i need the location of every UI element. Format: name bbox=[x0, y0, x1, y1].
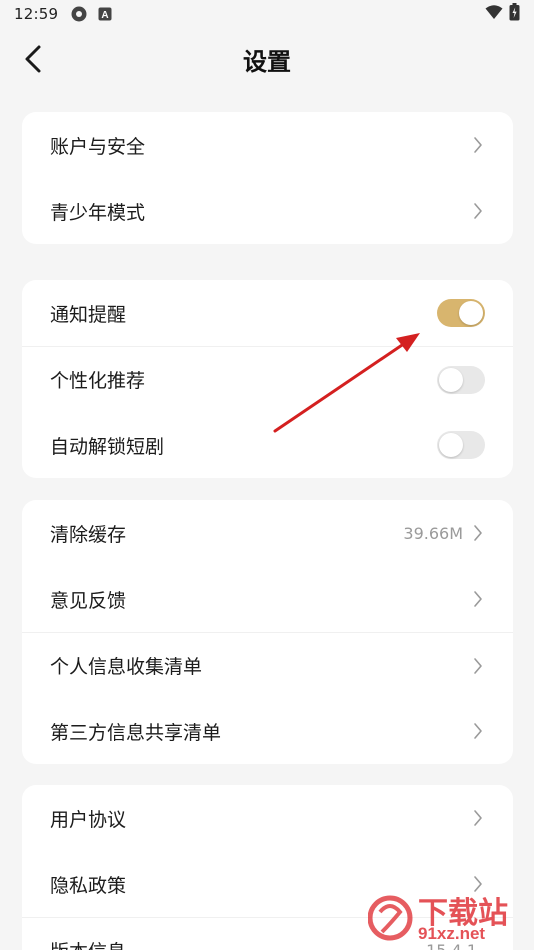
settings-item-label: 账户与安全 bbox=[50, 135, 146, 158]
settings-group-toggles: 通知提醒 个性化推荐 自动解锁短剧 bbox=[22, 280, 513, 478]
chevron-right-icon bbox=[471, 808, 485, 828]
notifications-toggle[interactable] bbox=[437, 299, 485, 327]
chevron-right-icon bbox=[471, 523, 485, 543]
cache-size-value: 39.66M bbox=[403, 523, 463, 543]
back-button[interactable] bbox=[16, 42, 50, 76]
settings-item-clear-cache[interactable]: 清除缓存 39.66M bbox=[22, 500, 513, 566]
settings-item-label: 个性化推荐 bbox=[50, 370, 146, 392]
settings-item-label: 青少年模式 bbox=[50, 201, 146, 224]
chevron-right-icon bbox=[471, 721, 485, 741]
chevron-right-icon bbox=[471, 656, 485, 676]
settings-item-label: 第三方信息共享清单 bbox=[50, 721, 222, 744]
wifi-icon bbox=[485, 4, 503, 24]
settings-gear-icon bbox=[70, 5, 88, 23]
watermark-logo: 下载站 91xz.net bbox=[367, 886, 528, 946]
personalized-recommend-toggle[interactable] bbox=[437, 365, 485, 394]
settings-group-account: 账户与安全 青少年模式 bbox=[22, 112, 513, 244]
chevron-right-icon bbox=[471, 201, 485, 221]
toggle-knob bbox=[439, 433, 463, 457]
settings-item-user-agreement[interactable]: 用户协议 bbox=[22, 785, 513, 851]
header: 设置 bbox=[0, 34, 534, 84]
auto-unlock-toggle[interactable] bbox=[437, 431, 485, 459]
toggle-knob bbox=[459, 301, 483, 325]
chevron-left-icon bbox=[25, 45, 41, 73]
settings-item-notifications: 通知提醒 bbox=[22, 280, 513, 346]
settings-item-label: 通知提醒 bbox=[50, 303, 127, 326]
settings-item-label: 清除缓存 bbox=[50, 523, 127, 546]
settings-group-misc: 清除缓存 39.66M 意见反馈 个人信息收集清单 第三方信息共享清单 bbox=[22, 500, 513, 764]
toggle-knob bbox=[439, 367, 463, 392]
settings-item-personal-info-list[interactable]: 个人信息收集清单 bbox=[22, 632, 513, 698]
settings-item-teen-mode[interactable]: 青少年模式 bbox=[22, 178, 513, 244]
battery-icon bbox=[509, 3, 520, 25]
settings-item-label: 自动解锁短剧 bbox=[50, 435, 165, 458]
svg-text:A: A bbox=[102, 10, 109, 21]
settings-item-personalized-recommend: 个性化推荐 bbox=[22, 346, 513, 412]
settings-item-third-party-sharing[interactable]: 第三方信息共享清单 bbox=[22, 698, 513, 764]
a-badge-icon: A bbox=[98, 7, 112, 21]
status-bar: 12:59 A bbox=[0, 0, 534, 28]
status-time: 12:59 bbox=[14, 5, 59, 23]
settings-item-account-security[interactable]: 账户与安全 bbox=[22, 112, 513, 178]
settings-item-feedback[interactable]: 意见反馈 bbox=[22, 566, 513, 632]
settings-item-auto-unlock: 自动解锁短剧 bbox=[22, 412, 513, 478]
chevron-right-icon bbox=[471, 135, 485, 155]
settings-item-label: 意见反馈 bbox=[50, 589, 127, 612]
settings-item-label: 个人信息收集清单 bbox=[50, 656, 203, 678]
chevron-right-icon bbox=[471, 589, 485, 609]
page-title: 设置 bbox=[243, 47, 291, 76]
settings-item-label: 用户协议 bbox=[50, 808, 127, 831]
watermark-domain-text: 91xz.net bbox=[418, 924, 486, 943]
